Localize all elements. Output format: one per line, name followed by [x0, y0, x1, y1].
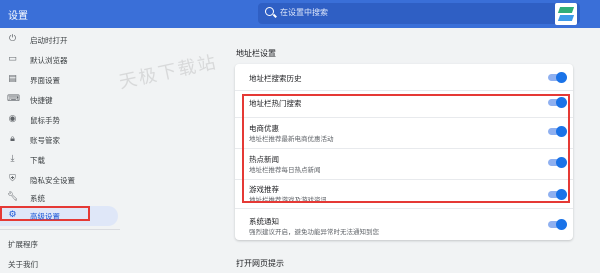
- sidebar-item-system[interactable]: 🔧︎ 系统: [0, 188, 118, 208]
- sidebar-item-shortcuts[interactable]: ⌨ 快捷键: [0, 90, 118, 110]
- sidebar-divider: [0, 229, 120, 230]
- power-icon: ⏻: [8, 34, 17, 44]
- sidebar: ⏻ 启动时打开 ▭ 默认浏览器 ▤ 界面设置 ⌨ 快捷键 ◉ 鼠标手势 🔒︎ 账…: [0, 28, 120, 273]
- mouse-icon: ◉: [8, 114, 17, 124]
- setting-title: 地址栏搜索历史: [249, 74, 302, 83]
- shield-icon: ⛨: [9, 174, 16, 184]
- sidebar-item-label: 快捷键: [30, 96, 53, 105]
- layout-icon: ▤: [8, 74, 17, 84]
- sidebar-item-label: 鼠标手势: [30, 116, 60, 125]
- sidebar-item-default-browser[interactable]: ▭ 默认浏览器: [0, 50, 118, 70]
- sidebar-item-about[interactable]: 关于我们: [8, 259, 38, 270]
- sidebar-item-label: 账号管家: [30, 136, 60, 145]
- top-bar: 设置 在设置中搜索: [0, 0, 600, 28]
- app-title: 设置: [8, 11, 28, 22]
- search-input[interactable]: 在设置中搜索: [258, 3, 580, 24]
- sidebar-item-label: 默认浏览器: [30, 56, 68, 65]
- sidebar-item-interface[interactable]: ▤ 界面设置: [0, 70, 118, 90]
- sidebar-item-extensions[interactable]: 扩展程序: [8, 239, 38, 250]
- highlight-box: [242, 94, 570, 203]
- setting-row-system-notify: 系统通知 强烈建议开启，避免功能异常时无法通知到您: [235, 209, 573, 240]
- keyboard-icon: ⌨: [7, 94, 20, 104]
- site-logo: [555, 3, 577, 25]
- sidebar-item-label: 隐私安全设置: [30, 176, 75, 185]
- browser-icon: ▭: [8, 54, 17, 64]
- watermark: 天极下载站: [117, 51, 220, 94]
- sidebar-item-privacy[interactable]: ⛨ 隐私安全设置: [0, 170, 118, 190]
- setting-row-search-history: 地址栏搜索历史: [235, 64, 573, 90]
- toggle-switch[interactable]: [548, 219, 567, 230]
- download-icon: ⤓: [10, 154, 15, 164]
- sidebar-item-download[interactable]: ⤓ 下载: [0, 150, 118, 170]
- sidebar-item-startup[interactable]: ⏻ 启动时打开: [0, 30, 118, 50]
- sidebar-item-label: 系统: [30, 194, 45, 203]
- sidebar-item-account[interactable]: 🔒︎ 账号管家: [0, 130, 118, 150]
- wrench-icon: 🔧︎: [7, 192, 19, 202]
- sidebar-item-advanced[interactable]: ⚙ 高级设置: [0, 206, 118, 226]
- search-icon: [265, 7, 274, 16]
- lock-icon: 🔒︎: [10, 134, 15, 144]
- setting-subtitle: 强烈建议开启，避免功能异常时无法通知到您: [249, 228, 379, 236]
- sidebar-item-label: 启动时打开: [30, 36, 68, 45]
- search-placeholder: 在设置中搜索: [280, 8, 328, 17]
- sidebar-item-mouse-gestures[interactable]: ◉ 鼠标手势: [0, 110, 118, 130]
- sidebar-item-label: 下载: [30, 156, 45, 165]
- sidebar-item-label: 界面设置: [30, 76, 60, 85]
- section-title-address-bar: 地址栏设置: [236, 49, 276, 58]
- section-title-open-web: 打开网页提示: [236, 259, 284, 268]
- gear-icon: ⚙: [8, 210, 17, 220]
- sidebar-item-label: 高级设置: [30, 212, 60, 221]
- toggle-switch[interactable]: [548, 72, 567, 83]
